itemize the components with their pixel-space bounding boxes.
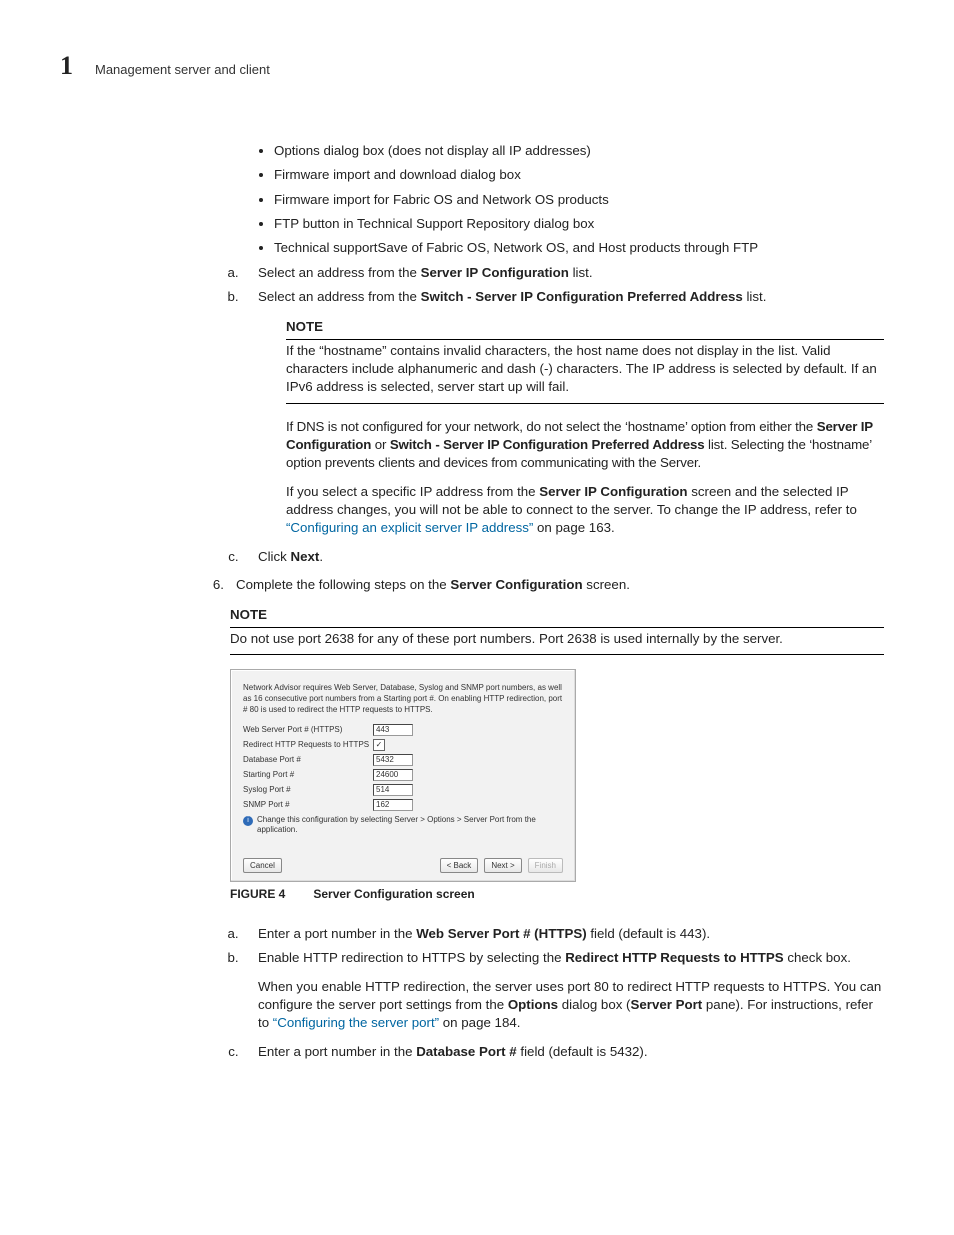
specific-ip-para: If you select a specific IP address from… (286, 483, 884, 538)
step-6-row: 6. Complete the following steps on the S… (206, 576, 884, 594)
mock-row-db: Database Port # 5432 (243, 754, 563, 766)
step-a-bold: Server IP Configuration (421, 265, 569, 280)
lower-step-b: Enable HTTP redirection to HTTPS by sele… (246, 949, 884, 1032)
letter-steps-lower: Enter a port number in the Web Server Po… (230, 925, 884, 1061)
lb-pre: Enable HTTP redirection to HTTPS by sele… (258, 950, 565, 965)
mock-input-db[interactable]: 5432 (373, 754, 413, 766)
mock-row-redirect: Redirect HTTP Requests to HTTPS ✓ (243, 739, 563, 751)
mock-intro: Network Advisor requires Web Server, Dat… (243, 682, 563, 716)
step-c-bold: Next (291, 549, 320, 564)
page-content: Options dialog box (does not display all… (230, 142, 884, 1061)
step6-post: screen. (583, 577, 630, 592)
mock-label-db: Database Port # (243, 754, 373, 765)
lbp-link[interactable]: “Configuring the server port” (273, 1015, 439, 1030)
back-button[interactable]: < Back (440, 858, 479, 873)
lc-bold: Database Port # (416, 1044, 517, 1059)
lbp-p2: dialog box ( (558, 997, 630, 1012)
lower-step-c: Enter a port number in the Database Port… (246, 1043, 884, 1061)
lb-post: check box. (784, 950, 851, 965)
lc-post: field (default is 5432). (517, 1044, 648, 1059)
figure-caption: FIGURE 4 Server Configuration screen (230, 886, 884, 903)
la-bold: Web Server Port # (HTTPS) (416, 926, 586, 941)
step-a-pre: Select an address from the (258, 265, 421, 280)
step-c-pre: Click (258, 549, 291, 564)
mock-row-start: Starting Port # 24600 (243, 769, 563, 781)
mock-label-redirect: Redirect HTTP Requests to HTTPS (243, 739, 373, 750)
note-head: NOTE (230, 606, 884, 627)
figure-title: Server Configuration screen (313, 887, 474, 901)
mock-label-start: Starting Port # (243, 769, 373, 780)
note-body: Do not use port 2638 for any of these po… (230, 630, 884, 648)
bullet-item: Firmware import for Fabric OS and Networ… (274, 191, 884, 209)
note-head: NOTE (286, 318, 884, 339)
lb-bold: Redirect HTTP Requests to HTTPS (565, 950, 783, 965)
dns-bold2: Switch - Server IP Configuration Preferr… (390, 437, 705, 452)
note-block-2: NOTE Do not use port 2638 for any of the… (230, 606, 884, 655)
step6-bold: Server Configuration (450, 577, 582, 592)
finish-button[interactable]: Finish (528, 858, 563, 873)
bullet-item: Options dialog box (does not display all… (274, 142, 884, 160)
mock-info-text: Change this configuration by selecting S… (257, 815, 563, 837)
mock-checkbox-redirect[interactable]: ✓ (373, 739, 385, 751)
sip-post: on page 163. (533, 520, 614, 535)
step-b-pre: Select an address from the (258, 289, 421, 304)
chapter-title: Management server and client (95, 61, 270, 79)
cancel-button[interactable]: Cancel (243, 858, 282, 873)
mock-input-webport[interactable]: 443 (373, 724, 413, 736)
step-6-marker: 6. (206, 576, 224, 594)
lbp-p4: on page 184. (439, 1015, 520, 1030)
sip-link[interactable]: “Configuring an explicit server IP addre… (286, 520, 533, 535)
step-c: Click Next. (246, 548, 884, 566)
la-post: field (default is 443). (587, 926, 710, 941)
step-6-text: Complete the following steps on the Serv… (236, 576, 630, 594)
mock-input-snmp[interactable]: 162 (373, 799, 413, 811)
dns-para: If DNS is not configured for your networ… (286, 418, 884, 473)
mock-label-syslog: Syslog Port # (243, 784, 373, 795)
sip-pre: If you select a specific IP address from… (286, 484, 539, 499)
note-block-1: NOTE If the “hostname” contains invalid … (286, 318, 884, 403)
letter-steps-upper: Select an address from the Server IP Con… (230, 264, 884, 566)
bullet-item: Technical supportSave of Fabric OS, Netw… (274, 239, 884, 257)
lower-step-a: Enter a port number in the Web Server Po… (246, 925, 884, 943)
note-rule (286, 403, 884, 404)
step6-pre: Complete the following steps on the (236, 577, 450, 592)
sip-bold: Server IP Configuration (539, 484, 687, 499)
mock-input-syslog[interactable]: 514 (373, 784, 413, 796)
mock-row-webport: Web Server Port # (HTTPS) 443 (243, 724, 563, 736)
lbp-bold1: Options (508, 997, 558, 1012)
mock-row-syslog: Syslog Port # 514 (243, 784, 563, 796)
mock-label-snmp: SNMP Port # (243, 799, 373, 810)
step-c-post: . (319, 549, 323, 564)
chapter-number: 1 (60, 48, 73, 84)
page-header: 1 Management server and client (60, 48, 894, 84)
step-b-sub: NOTE If the “hostname” contains invalid … (286, 318, 884, 537)
mock-label-webport: Web Server Port # (HTTPS) (243, 724, 373, 735)
step-a-post: list. (569, 265, 593, 280)
step-a: Select an address from the Server IP Con… (246, 264, 884, 282)
next-button[interactable]: Next > (484, 858, 521, 873)
la-pre: Enter a port number in the (258, 926, 416, 941)
bullet-item: Firmware import and download dialog box (274, 166, 884, 184)
dns-mid: or (371, 437, 390, 452)
lower-b-para: When you enable HTTP redirection, the se… (258, 978, 884, 1033)
lbp-bold2: Server Port (631, 997, 703, 1012)
server-config-screenshot: Network Advisor requires Web Server, Dat… (230, 669, 576, 882)
bullet-list: Options dialog box (does not display all… (230, 142, 884, 258)
step-b: Select an address from the Switch - Serv… (246, 288, 884, 538)
mock-footer: Cancel < Back Next > Finish (243, 858, 563, 873)
lc-pre: Enter a port number in the (258, 1044, 416, 1059)
step-b-bold: Switch - Server IP Configuration Preferr… (421, 289, 743, 304)
mock-input-start[interactable]: 24600 (373, 769, 413, 781)
dns-pre: If DNS is not configured for your networ… (286, 419, 817, 434)
step-b-post: list. (743, 289, 767, 304)
note-rule (230, 654, 884, 655)
mock-row-snmp: SNMP Port # 162 (243, 799, 563, 811)
mock-info-row: i Change this configuration by selecting… (243, 815, 563, 837)
note-body: If the “hostname” contains invalid chara… (286, 342, 884, 397)
bullet-item: FTP button in Technical Support Reposito… (274, 215, 884, 233)
mock-foot-right: < Back Next > Finish (440, 858, 563, 873)
figure-label: FIGURE 4 (230, 887, 285, 901)
info-icon: i (243, 816, 253, 826)
